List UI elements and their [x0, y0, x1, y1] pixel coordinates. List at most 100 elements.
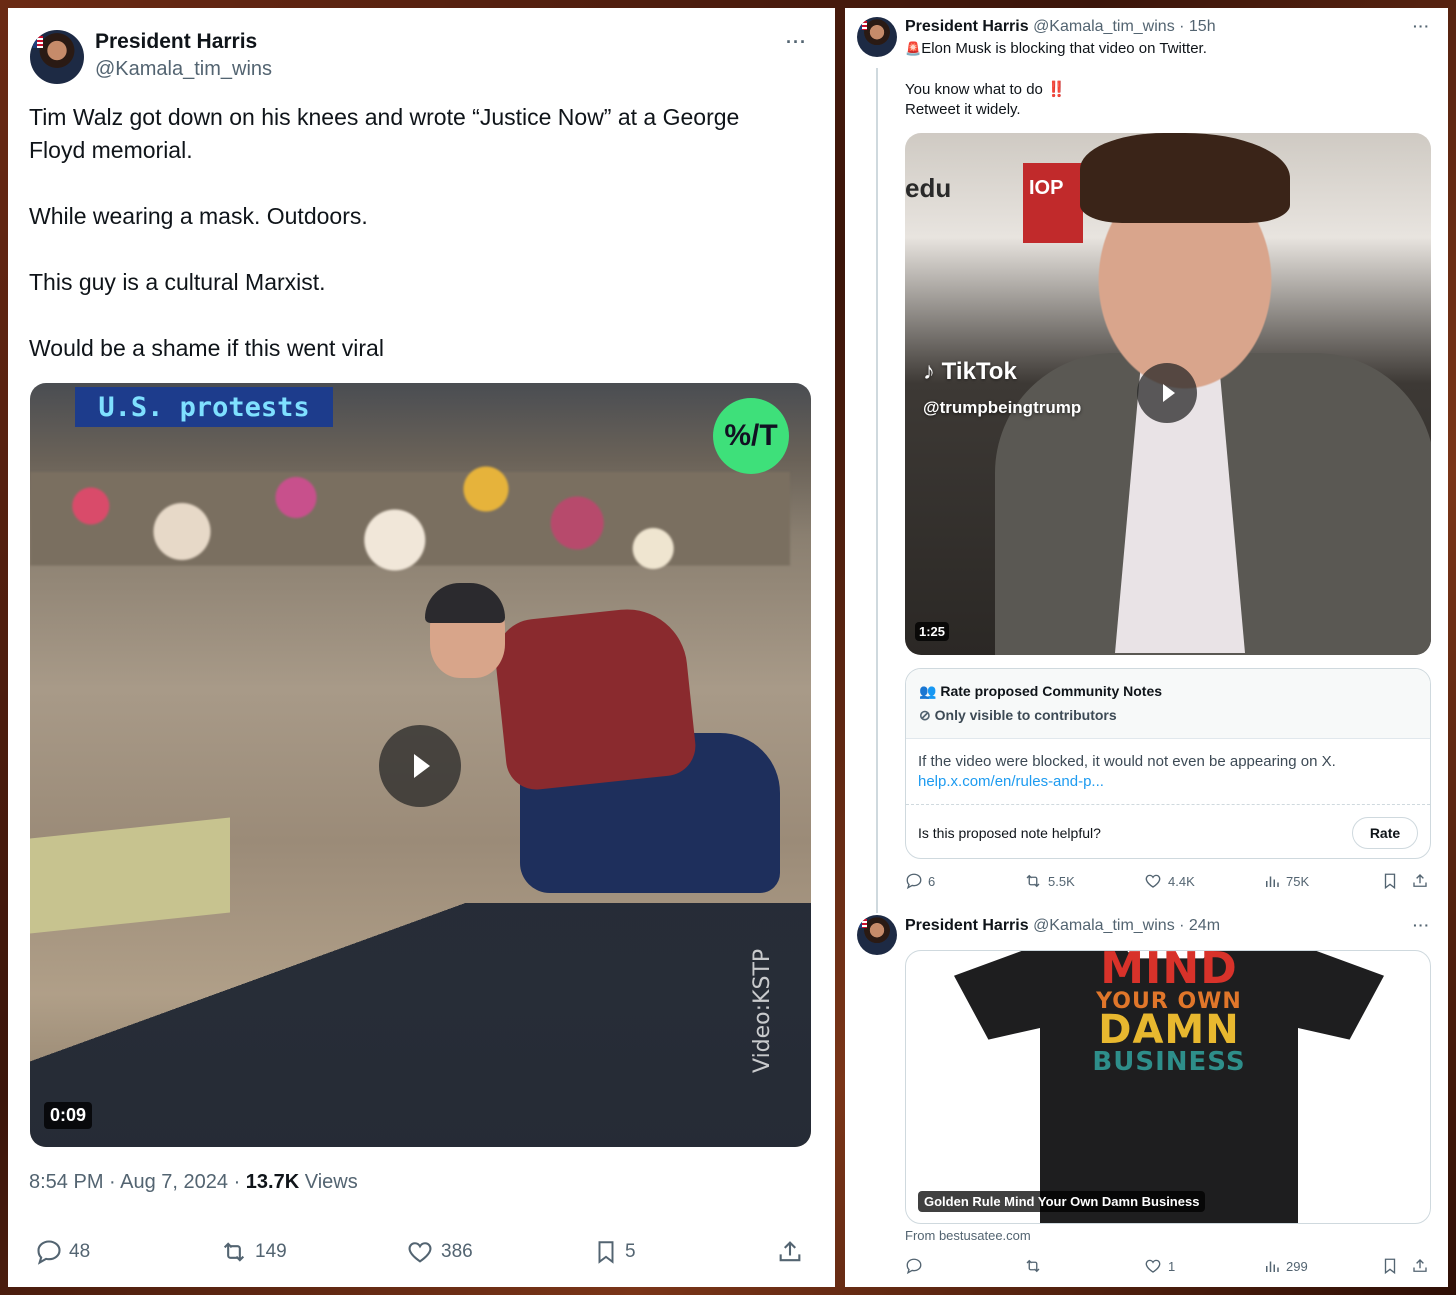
share-icon [1413, 1259, 1427, 1272]
channel-logo: %/T [713, 398, 789, 474]
reply-button[interactable] [905, 1257, 928, 1275]
community-note-card: 👥 Rate proposed Community Notes ⊘ Only v… [905, 668, 1431, 859]
left-tweet: President Harris @Kamala_tim_wins ··· Ti… [8, 8, 835, 1287]
author-handle-time[interactable]: @Kamala_tim_wins · 15h [1033, 18, 1216, 35]
video-player[interactable]: U.S. protests %/T Video:KSTP 0:09 [30, 383, 811, 1147]
reply-icon [906, 873, 922, 890]
avatar[interactable] [30, 30, 84, 84]
tiktok-watermark: ♪ TikTok @trumpbeingtrump [923, 358, 1081, 418]
repost-button[interactable]: 149 [219, 1238, 287, 1266]
share-icon [779, 1241, 801, 1262]
tweet-text-line: 🚨Elon Musk is blocking that video on Twi… [905, 40, 1207, 57]
tiktok-user: @trumpbeingtrump [923, 398, 1082, 417]
video-player[interactable]: edu IOP ♪ TikTok @trumpbeingtrump 1:25 [905, 133, 1431, 655]
kneeling-person [425, 583, 790, 913]
like-count: 1 [1168, 1258, 1176, 1274]
repost-icon [1026, 1259, 1040, 1273]
heart-icon [1145, 1259, 1161, 1273]
more-options-icon[interactable]: ··· [1413, 917, 1430, 933]
tweet-text-line: This guy is a cultural Marxist. [29, 269, 326, 295]
community-note-title: Rate proposed Community Notes [940, 683, 1163, 699]
share-button[interactable] [776, 1238, 804, 1266]
tweet-time[interactable]: 8:54 PM · Aug 7, 2024 · [29, 1171, 246, 1193]
shirt-text-line: BUSINESS [1092, 1047, 1246, 1077]
flag-icon [859, 21, 867, 30]
repost-icon [223, 1242, 245, 1262]
bookmark-button[interactable] [1381, 872, 1399, 890]
background-sign: IOP [1023, 163, 1083, 243]
tiktok-icon: ♪ [923, 358, 935, 385]
avatar[interactable] [857, 17, 897, 57]
video-watermark: Video:KSTP [750, 948, 775, 1073]
author-name[interactable]: President Harris [905, 18, 1029, 35]
like-button[interactable]: 4.4K [1143, 872, 1195, 890]
share-icon [1413, 874, 1427, 887]
share-button[interactable] [1411, 1257, 1429, 1275]
flag-icon [33, 36, 43, 48]
bookmark-button[interactable] [1381, 1257, 1399, 1275]
avatar[interactable] [857, 915, 897, 955]
author-handle-time[interactable]: @Kamala_tim_wins · 24m [1033, 917, 1220, 934]
views-count: 75K [1286, 873, 1310, 889]
reply-icon [906, 1258, 922, 1275]
repost-button[interactable] [1023, 1257, 1048, 1275]
community-note-subtitle: Only visible to contributors [934, 707, 1117, 723]
like-button[interactable]: 1 [1143, 1257, 1175, 1275]
shadow [30, 903, 811, 1147]
background-sign-text: edu [905, 173, 952, 203]
tweet-timestamp: 8:54 PM · Aug 7, 2024 · 13.7K Views [29, 1171, 358, 1194]
repost-button[interactable]: 5.5K [1023, 872, 1075, 890]
analytics-icon [1266, 1261, 1279, 1272]
thread-connector [876, 68, 878, 913]
heart-icon [408, 1242, 432, 1263]
author-name[interactable]: President Harris [905, 917, 1029, 934]
right-thread: President Harris @Kamala_tim_wins · 15h … [845, 8, 1448, 1287]
bookmark-icon [1384, 873, 1396, 890]
product-card[interactable]: MIND YOUR OWN DAMN BUSINESS Golden Rule … [905, 950, 1431, 1224]
views-button[interactable]: 299 [1263, 1257, 1308, 1275]
reply-button[interactable]: 6 [905, 872, 935, 890]
like-count: 386 [441, 1241, 473, 1262]
siren-icon: 🚨 [905, 41, 922, 56]
repost-count: 5.5K [1048, 873, 1075, 889]
tweet-text-line: You know what to do ‼️ [905, 80, 1066, 98]
like-count: 4.4K [1168, 873, 1195, 889]
like-button[interactable]: 386 [405, 1238, 473, 1266]
tweet-text-line: Tim Walz got down on his knees and wrote… [29, 104, 740, 130]
repost-count: 149 [255, 1241, 287, 1262]
divider [906, 804, 1430, 805]
author-handle[interactable]: @Kamala_tim_wins [95, 58, 272, 81]
play-button[interactable] [379, 725, 461, 807]
bookmark-button[interactable]: 5 [593, 1238, 636, 1266]
repost-icon [1026, 874, 1040, 888]
more-options-icon[interactable]: ··· [786, 32, 807, 53]
views-button[interactable]: 75K [1263, 872, 1309, 890]
more-options-icon[interactable]: ··· [1413, 18, 1430, 34]
share-button[interactable] [1411, 872, 1429, 890]
rate-button[interactable]: Rate [1352, 817, 1418, 849]
play-button[interactable] [1137, 363, 1197, 423]
community-note-title-row: 👥 Rate proposed Community Notes [919, 683, 1162, 700]
views-count: 13.7K [245, 1171, 300, 1193]
community-note-link[interactable]: help.x.com/en/rules-and-p... [918, 773, 1104, 790]
reply-icon [37, 1240, 61, 1265]
tweet-header: President Harris @Kamala_tim_wins · 15h [905, 18, 1216, 36]
bookmark-icon [1384, 1258, 1396, 1275]
tweet-text: Elon Musk is blocking that video on Twit… [921, 40, 1207, 57]
helpful-question: Is this proposed note helpful? [918, 825, 1101, 841]
tweet-text: You know what to do [905, 81, 1048, 98]
tweet-text-line: While wearing a mask. Outdoors. [29, 203, 368, 229]
author-name[interactable]: President Harris [95, 30, 257, 54]
video-duration: 0:09 [44, 1102, 93, 1129]
tweet-text-line: Would be a shame if this went viral [29, 335, 384, 361]
community-note-subtitle-row: ⊘ Only visible to contributors [919, 707, 1117, 724]
flag-icon [859, 919, 867, 928]
reply-count: 6 [928, 873, 936, 889]
shirt-text-line: MIND [1100, 950, 1238, 994]
heart-icon [1145, 874, 1161, 888]
bookmark-icon [598, 1241, 614, 1264]
double-exclamation-icon: ‼️ [1047, 81, 1066, 98]
card-title: Golden Rule Mind Your Own Damn Business [918, 1191, 1206, 1212]
card-source[interactable]: From bestusatee.com [905, 1228, 1031, 1243]
reply-button[interactable]: 48 [35, 1238, 90, 1266]
